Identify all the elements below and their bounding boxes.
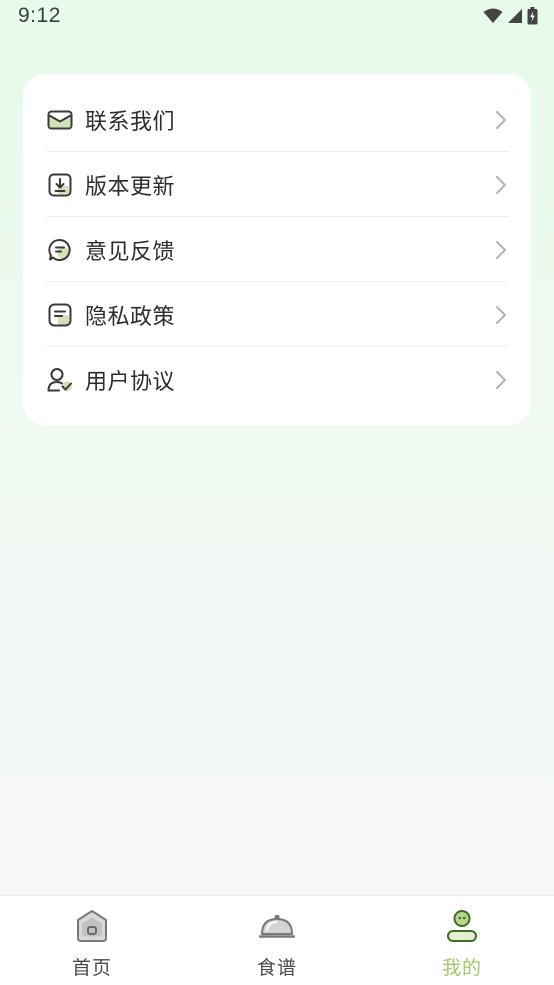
menu-item-label: 意见反馈 <box>85 240 176 265</box>
cell-signal-icon <box>508 9 522 23</box>
battery-icon <box>527 7 538 25</box>
tab-mine[interactable]: 我的 <box>402 896 522 985</box>
wifi-icon <box>483 8 503 23</box>
bottom-tab-bar: 首页 食谱 我的 <box>0 895 554 985</box>
menu-item-contact-us[interactable]: 联系我们 <box>46 88 508 152</box>
tab-home[interactable]: 首页 <box>32 896 152 985</box>
chevron-right-icon <box>496 306 506 324</box>
status-bar: 9:12 <box>0 0 554 34</box>
home-icon <box>77 910 107 942</box>
menu-divider <box>46 281 508 282</box>
menu-divider <box>46 151 508 152</box>
menu-item-user-agreement[interactable]: 用户协议 <box>46 348 508 412</box>
user-check-icon <box>46 366 74 394</box>
menu-item-label: 隐私政策 <box>85 305 176 330</box>
chevron-right-icon <box>496 176 506 194</box>
menu-item-label: 版本更新 <box>85 175 176 200</box>
document-icon <box>46 301 74 329</box>
menu-divider <box>46 216 508 217</box>
menu-item-privacy-policy[interactable]: 隐私政策 <box>46 283 508 347</box>
tab-label: 首页 <box>71 957 112 979</box>
menu-item-label: 用户协议 <box>85 370 176 395</box>
mail-icon <box>46 106 74 134</box>
status-icons <box>483 6 538 26</box>
tab-label: 我的 <box>441 957 482 979</box>
chevron-right-icon <box>496 111 506 129</box>
tab-label: 食谱 <box>256 957 297 979</box>
feedback-chat-icon <box>46 236 74 264</box>
chevron-right-icon <box>496 241 506 259</box>
menu-item-version-update[interactable]: 版本更新 <box>46 153 508 217</box>
status-time: 9:12 <box>18 4 61 27</box>
chevron-right-icon <box>496 371 506 389</box>
profile-icon <box>447 910 477 942</box>
menu-divider <box>46 346 508 347</box>
tab-recipes[interactable]: 食谱 <box>217 896 337 985</box>
menu-item-feedback[interactable]: 意见反馈 <box>46 218 508 282</box>
settings-menu-card: 联系我们 版本更新 意见反馈 隐私政策 用户协议 <box>23 74 531 425</box>
download-icon <box>46 171 74 199</box>
cloche-icon <box>259 915 295 938</box>
menu-item-label: 联系我们 <box>85 110 176 135</box>
